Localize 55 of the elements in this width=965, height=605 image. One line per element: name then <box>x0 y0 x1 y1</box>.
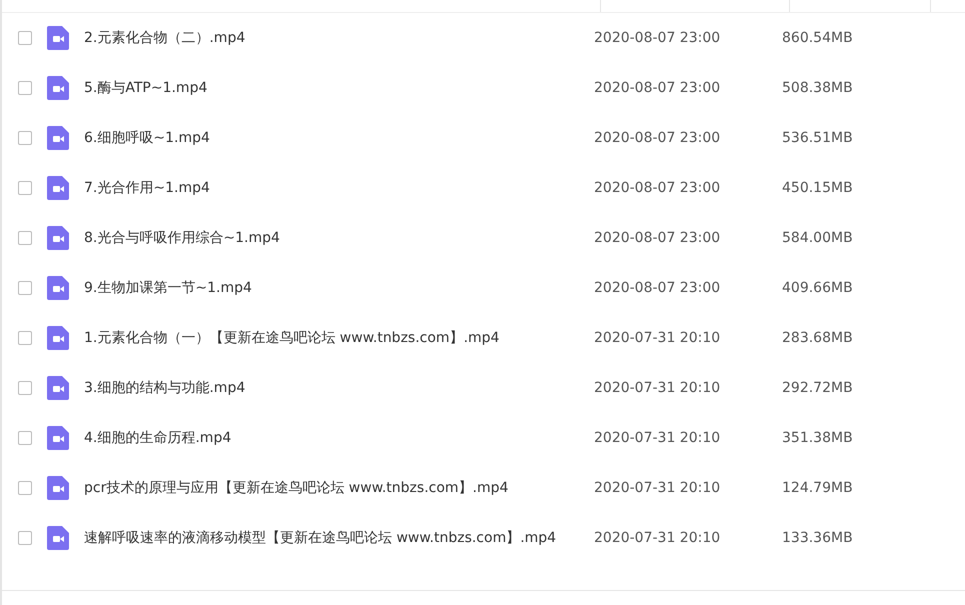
modified-time: 2020-08-07 23:00 <box>594 280 722 296</box>
modified-time: 2020-07-31 20:10 <box>594 480 722 496</box>
file-name[interactable]: 3.细胞的结构与功能.mp4 <box>84 379 594 397</box>
checkbox[interactable] <box>18 481 32 495</box>
modified-time: 2020-07-31 20:10 <box>594 530 722 546</box>
video-file-icon <box>47 326 69 350</box>
video-file-icon <box>47 476 69 500</box>
checkbox[interactable] <box>18 531 32 545</box>
file-size: 860.54MB <box>782 30 853 46</box>
video-file-icon <box>47 226 69 250</box>
file-size: 124.79MB <box>782 480 853 496</box>
file-name[interactable]: 5.酶与ATP~1.mp4 <box>84 79 594 97</box>
file-name[interactable]: 4.细胞的生命历程.mp4 <box>84 429 594 447</box>
video-file-icon <box>47 276 69 300</box>
modified-time: 2020-07-31 20:10 <box>594 380 722 396</box>
video-file-icon <box>47 376 69 400</box>
modified-time: 2020-08-07 23:00 <box>594 230 722 246</box>
modified-time: 2020-07-31 20:10 <box>594 330 722 346</box>
file-name[interactable]: 7.光合作用~1.mp4 <box>84 179 594 197</box>
checkbox[interactable] <box>18 331 32 345</box>
file-size: 409.66MB <box>782 280 853 296</box>
video-file-icon <box>47 176 69 200</box>
checkbox[interactable] <box>18 281 32 295</box>
file-name[interactable]: 8.光合与呼吸作用综合~1.mp4 <box>84 229 594 247</box>
video-file-icon <box>47 26 69 50</box>
file-size: 283.68MB <box>782 330 853 346</box>
checkbox[interactable] <box>18 181 32 195</box>
file-size: 508.38MB <box>782 80 853 96</box>
modified-time: 2020-07-31 20:10 <box>594 430 722 446</box>
modified-time: 2020-08-07 23:00 <box>594 180 722 196</box>
file-name[interactable]: 1.元素化合物（一）【更新在途鸟吧论坛 www.tnbzs.com】.mp4 <box>84 329 594 347</box>
file-size: 292.72MB <box>782 380 853 396</box>
video-file-icon <box>47 426 69 450</box>
modified-time: 2020-08-07 23:00 <box>594 30 722 46</box>
file-size: 351.38MB <box>782 430 853 446</box>
video-file-icon <box>47 76 69 100</box>
file-size: 450.15MB <box>782 180 853 196</box>
checkbox[interactable] <box>18 431 32 445</box>
file-size: 536.51MB <box>782 130 853 146</box>
file-name[interactable]: 9.生物加课第一节~1.mp4 <box>84 279 594 297</box>
checkbox[interactable] <box>18 31 32 45</box>
file-size: 584.00MB <box>782 230 853 246</box>
checkbox[interactable] <box>18 381 32 395</box>
video-file-icon <box>47 126 69 150</box>
checkbox[interactable] <box>18 231 32 245</box>
file-size: 133.36MB <box>782 530 853 546</box>
video-file-icon <box>47 526 69 550</box>
file-name[interactable]: 6.细胞呼吸~1.mp4 <box>84 129 594 147</box>
file-name[interactable]: 2.元素化合物（二）.mp4 <box>84 29 594 47</box>
file-name[interactable]: 速解呼吸速率的液滴移动模型【更新在途鸟吧论坛 www.tnbzs.com】.mp4 <box>84 529 594 547</box>
modified-time: 2020-08-07 23:00 <box>594 130 722 146</box>
modified-time: 2020-08-07 23:00 <box>594 80 722 96</box>
checkbox[interactable] <box>18 131 32 145</box>
checkbox[interactable] <box>18 81 32 95</box>
file-name[interactable]: pcr技术的原理与应用【更新在途鸟吧论坛 www.tnbzs.com】.mp4 <box>84 479 594 497</box>
